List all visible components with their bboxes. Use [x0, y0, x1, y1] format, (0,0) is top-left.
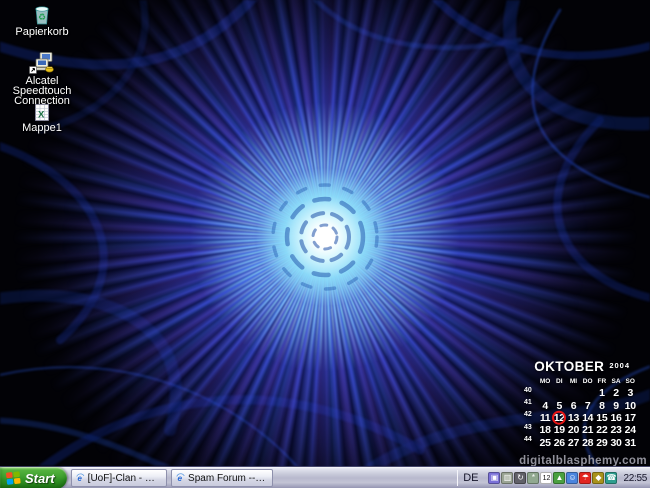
internet-explorer-icon: e — [76, 472, 85, 484]
highlight-circle-icon — [552, 411, 566, 425]
calendar-day-cell: 15 — [595, 412, 609, 424]
calendar-day-header: DO — [581, 378, 595, 385]
start-button[interactable]: Start — [0, 467, 67, 488]
svg-text:X: X — [38, 110, 45, 121]
internet-explorer-icon: e — [176, 472, 185, 484]
calendar-day-cell: 7 — [581, 400, 595, 412]
calendar-day-cell: 1 — [595, 387, 609, 399]
tray-divider — [457, 470, 458, 486]
calendar-week-row: 4145678910 — [524, 399, 646, 411]
desktop-icon-label: Papierkorb — [15, 27, 68, 37]
calendar-day-cell: 30 — [609, 437, 623, 449]
tray-audio-utility-icon[interactable]: ▥ — [501, 472, 513, 484]
desktop: ♻ Papierkorb Alcatel Speedtouch Connecti… — [0, 0, 650, 488]
calendar-weeks: 4012341456789104211121314151617431819202… — [524, 387, 646, 449]
taskbar-window-title: [UoF]-Clan - Union of... — [88, 473, 162, 484]
wallpaper-calendar: OKTOBER 2004 MODIMIDOFRSASO 401234145678… — [524, 359, 646, 449]
svg-text:♻: ♻ — [38, 12, 46, 22]
calendar-day-header: MO — [538, 378, 552, 385]
tray-messenger-contact-icon[interactable]: ☺ — [566, 472, 578, 484]
svg-text:e: e — [77, 474, 82, 483]
system-tray: DE ▣▥↻*12▲☺☂◆☎ 22:55 — [457, 467, 650, 488]
language-indicator[interactable]: DE — [463, 472, 478, 484]
recycle-bin-icon: ♻ — [32, 3, 52, 25]
calendar-week-row: 40 123 — [524, 387, 646, 399]
calendar-week-row: 4425262728293031 — [524, 437, 646, 449]
calendar-day-cell: 14 — [581, 412, 595, 424]
tray-calendar-date-icon[interactable]: 12 — [540, 472, 552, 484]
calendar-day-cell: 8 — [595, 400, 609, 412]
calendar-day-cell: 12 — [552, 412, 566, 424]
calendar-day-cell: 23 — [609, 424, 623, 436]
calendar-week-number: 41 — [524, 399, 538, 406]
taskbar: Start e [UoF]-Clan - Union of... e Spam … — [0, 466, 650, 488]
tray-system-utility-icon[interactable]: ▲ — [553, 472, 565, 484]
calendar-day-cell: 31 — [623, 437, 637, 449]
calendar-day-header: SA — [609, 378, 623, 385]
desktop-icon-label-line1: Alcatel Speedtouch — [0, 76, 84, 96]
tray-scheduler-icon[interactable]: ↻ — [514, 472, 526, 484]
calendar-day-cell: 3 — [623, 387, 637, 399]
desktop-icon-excel-workbook[interactable]: X Mappe1 — [0, 104, 84, 133]
calendar-day-header: SO — [623, 378, 637, 385]
calendar-day-cell: 4 — [538, 400, 552, 412]
calendar-day-header: MI — [566, 378, 580, 385]
calendar-week-number: 43 — [524, 424, 538, 431]
calendar-day-cell: 2 — [609, 387, 623, 399]
calendar-day-cell: 10 — [623, 400, 637, 412]
tray-security-utility-icon[interactable]: ◆ — [592, 472, 604, 484]
taskbar-window-title: Spam Forum -- [UoF]-... — [188, 473, 268, 484]
calendar-week-row: 4318192021222324 — [524, 424, 646, 436]
calendar-week-number: 40 — [524, 387, 538, 394]
calendar-day-cell: 9 — [609, 400, 623, 412]
calendar-day-cell: 16 — [609, 412, 623, 424]
calendar-day-cell: 22 — [595, 424, 609, 436]
tray-icons: ▣▥↻*12▲☺☂◆☎ — [488, 472, 617, 484]
calendar-day-header: FR — [595, 378, 609, 385]
tray-update-utility-icon[interactable]: * — [527, 472, 539, 484]
calendar-day-cell: 26 — [552, 437, 566, 449]
calendar-day-cell: 20 — [566, 424, 580, 436]
windows-logo-icon — [6, 471, 21, 485]
taskbar-window-spam-forum[interactable]: e Spam Forum -- [UoF]-... — [171, 469, 273, 487]
calendar-day-cell: 27 — [566, 437, 580, 449]
calendar-day-cell: 28 — [581, 437, 595, 449]
calendar-year: 2004 — [609, 359, 630, 370]
calendar-day-cell: 19 — [552, 424, 566, 436]
spreadsheet-file-icon: X — [34, 104, 50, 121]
calendar-day-cell: 11 — [538, 412, 552, 424]
calendar-week-number: 44 — [524, 436, 538, 443]
desktop-icon-label: Mappe1 — [22, 123, 62, 133]
calendar-month-title: OKTOBER — [534, 359, 604, 374]
desktop-icon-recycle-bin[interactable]: ♻ Papierkorb — [0, 3, 84, 37]
calendar-day-cell: 17 — [623, 412, 637, 424]
calendar-day-cell: 25 — [538, 437, 552, 449]
calendar-week-number: 42 — [524, 411, 538, 418]
taskbar-clock[interactable]: 22:55 — [623, 473, 647, 484]
dialup-connection-icon — [29, 52, 55, 74]
calendar-day-header-row: MODIMIDOFRSASO — [524, 376, 646, 387]
tray-dsl-dialer-icon[interactable]: ☎ — [605, 472, 617, 484]
tray-graphics-utility-icon[interactable]: ▣ — [488, 472, 500, 484]
calendar-day-cell: 24 — [623, 424, 637, 436]
tray-antivir-guard-icon[interactable]: ☂ — [579, 472, 591, 484]
taskbar-window-uof-clan[interactable]: e [UoF]-Clan - Union of... — [71, 469, 167, 487]
calendar-day-cell: 13 — [566, 412, 580, 424]
calendar-day-cell: 29 — [595, 437, 609, 449]
calendar-day-cell: 6 — [566, 400, 580, 412]
desktop-icon-speedtouch-connection[interactable]: Alcatel Speedtouch Connection — [0, 52, 84, 106]
calendar-day-header: DI — [552, 378, 566, 385]
calendar-week-row: 4211121314151617 — [524, 412, 646, 424]
calendar-day-cell: 18 — [538, 424, 552, 436]
calendar-day-cell: 21 — [581, 424, 595, 436]
start-button-label: Start — [25, 471, 55, 486]
